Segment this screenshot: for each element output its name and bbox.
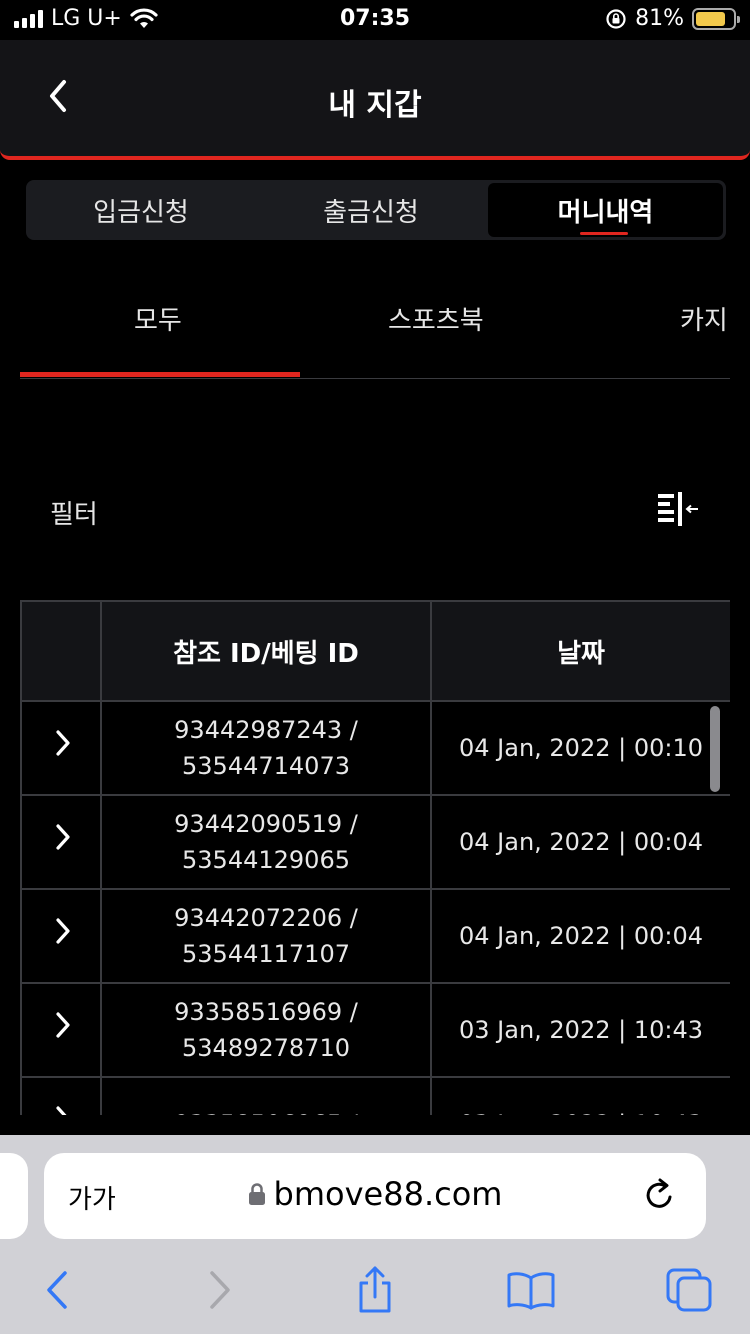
reload-icon[interactable] bbox=[640, 1175, 680, 1215]
date-cell: 04 Jan, 2022 | 00:04 bbox=[430, 794, 730, 890]
ref-id: 93442072206 / bbox=[174, 904, 358, 932]
bookmarks-icon bbox=[507, 1272, 555, 1310]
chevron-right-icon bbox=[56, 1106, 67, 1115]
battery-percent: 81% bbox=[635, 6, 684, 31]
ref-id: 93358506965 / bbox=[102, 1106, 430, 1115]
row-expand-button[interactable] bbox=[20, 794, 102, 890]
tab-all[interactable]: 모두 bbox=[134, 300, 182, 337]
previous-tab-stub[interactable] bbox=[0, 1153, 28, 1239]
row-expand-button[interactable] bbox=[20, 982, 102, 1078]
bet-id: 53544129065 bbox=[182, 846, 350, 874]
tabs-button[interactable] bbox=[664, 1265, 714, 1315]
table-row[interactable]: 93442072206 / 53544117107 04 Jan, 2022 | 0… bbox=[20, 888, 730, 984]
row-expand-button[interactable] bbox=[20, 888, 102, 984]
bookmarks-button[interactable] bbox=[506, 1265, 556, 1315]
url-display: bmove88.com bbox=[44, 1175, 706, 1213]
date-cell: 04 Jan, 2022 | 00:10 bbox=[430, 700, 730, 796]
row-expand-button[interactable] bbox=[20, 700, 102, 796]
ref-bet-id-cell: 93442987243 / 53544714073 bbox=[100, 700, 432, 796]
date-cell: 04 Jan, 2022 | 00:04 bbox=[430, 888, 730, 984]
bet-id: 53544714073 bbox=[182, 752, 350, 780]
filter-collapse-icon[interactable] bbox=[656, 490, 700, 530]
date-cell: 03 Jan, 2022 | 10:43 bbox=[430, 982, 730, 1078]
app-header: 내 지갑 bbox=[0, 40, 750, 160]
back-arrow-icon bbox=[47, 1271, 67, 1309]
url-field[interactable]: 가가 bmove88.com bbox=[44, 1153, 706, 1239]
browser-bar: 가가 bmove88.com bbox=[0, 1135, 750, 1334]
table-row[interactable]: 93442090519 / 53544129065 04 Jan, 2022 | 0… bbox=[20, 794, 730, 890]
url-text: bmove88.com bbox=[273, 1175, 503, 1213]
page-title: 내 지갑 bbox=[328, 88, 422, 123]
table-header-row: 참조 ID/베팅 ID 날짜 bbox=[20, 600, 730, 702]
tabs-icon bbox=[666, 1268, 712, 1312]
share-button[interactable] bbox=[350, 1265, 400, 1315]
segment-active-indicator bbox=[580, 232, 628, 235]
forward-arrow-icon bbox=[210, 1271, 230, 1309]
filter-label[interactable]: 필터 bbox=[50, 494, 98, 531]
ref-bet-id-cell: 93442072206 / 53544117107 bbox=[100, 888, 432, 984]
ref-id: 93358516969 / bbox=[174, 998, 358, 1026]
segment-withdraw-request[interactable]: 출금신청 bbox=[256, 180, 486, 240]
ref-bet-id-cell: 93442090519 / 53544129065 bbox=[100, 794, 432, 890]
tab-active-indicator bbox=[20, 372, 300, 377]
table-row[interactable]: 93358506965 /03 Jan, 2022 | 10:43 bbox=[20, 1076, 730, 1115]
ref-bet-id-cell: 93358506965 / bbox=[100, 1076, 432, 1115]
orientation-lock-icon bbox=[606, 8, 626, 29]
tab-sportsbook[interactable]: 스포츠북 bbox=[388, 300, 484, 337]
battery-icon bbox=[692, 7, 740, 30]
date-cell: 03 Jan, 2022 | 10:43 bbox=[430, 1076, 730, 1115]
chevron-right-icon bbox=[56, 730, 70, 756]
share-icon bbox=[359, 1266, 391, 1313]
chevron-right-icon bbox=[56, 1012, 70, 1038]
segment-money-history[interactable]: 머니내역 bbox=[488, 183, 723, 237]
lock-icon bbox=[248, 1183, 265, 1205]
header-expand bbox=[20, 600, 102, 702]
ref-id: 93442090519 / bbox=[174, 810, 358, 838]
table-row[interactable]: 93442987243 / 53544714073 04 Jan, 2022 | 0… bbox=[20, 700, 730, 796]
browser-back-button[interactable] bbox=[32, 1265, 82, 1315]
history-table-container[interactable]: 참조 ID/베팅 ID 날짜 93442987243 / 53544714073 0… bbox=[20, 600, 730, 1115]
header-ref-bet-id: 참조 ID/베팅 ID bbox=[100, 600, 432, 702]
ref-id: 93442987243 / bbox=[174, 716, 358, 744]
history-table: 참조 ID/베팅 ID 날짜 93442987243 / 53544714073 0… bbox=[20, 600, 730, 1115]
status-right: 81% bbox=[605, 6, 740, 31]
bet-id: 53489278710 bbox=[182, 1034, 350, 1062]
browser-forward-button[interactable] bbox=[195, 1265, 245, 1315]
wallet-segment-control: 입금신청 출금신청 머니내역 bbox=[26, 180, 726, 240]
ref-bet-id-cell: 93358516969 / 53489278710 bbox=[100, 982, 432, 1078]
chevron-right-icon bbox=[56, 918, 70, 944]
header-date: 날짜 bbox=[430, 600, 730, 702]
chevron-right-icon bbox=[56, 824, 70, 850]
row-expand-button[interactable] bbox=[20, 1076, 102, 1115]
tab-divider bbox=[20, 378, 730, 379]
table-row[interactable]: 93358516969 / 53489278710 03 Jan, 2022 | 1… bbox=[20, 982, 730, 1078]
status-bar: LG U+ 07:35 81% bbox=[0, 0, 750, 40]
table-scrollbar[interactable] bbox=[710, 706, 720, 792]
segment-deposit-request[interactable]: 입금신청 bbox=[26, 180, 256, 240]
tab-casino[interactable]: 카지 bbox=[680, 300, 728, 337]
bet-id: 53544117107 bbox=[182, 940, 350, 968]
